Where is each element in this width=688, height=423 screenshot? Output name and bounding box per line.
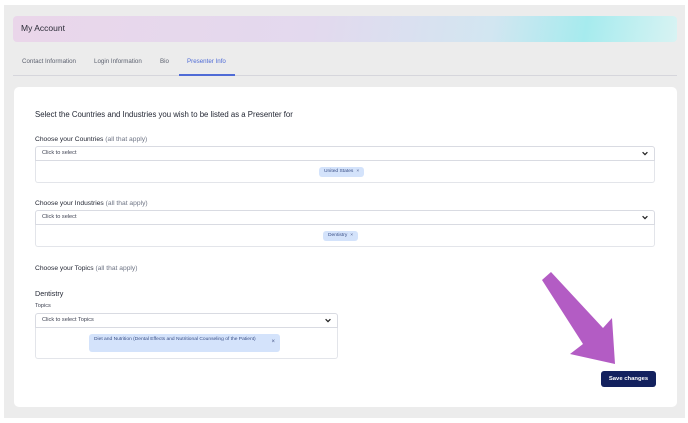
topic-group-label: Topics — [35, 303, 51, 309]
countries-label: Choose your Countries (all that apply) — [35, 136, 147, 143]
remove-chip-icon[interactable]: × — [350, 233, 353, 238]
topics-label: Choose your Topics (all that apply) — [35, 265, 137, 272]
section-title: Select the Countries and Industries you … — [35, 110, 293, 119]
remove-chip-icon[interactable]: × — [271, 339, 275, 345]
topics-placeholder: Click to select Topics — [42, 317, 94, 323]
save-changes-button[interactable]: Save changes — [601, 371, 656, 387]
industries-placeholder: Click to select — [42, 214, 77, 220]
countries-label-text: Choose your Countries — [35, 136, 104, 143]
chevron-down-icon — [642, 151, 648, 156]
country-chip-label: United States — [324, 169, 354, 174]
industries-hint: (all that apply) — [105, 200, 148, 207]
tab-presenter-info[interactable]: Presenter Info — [187, 58, 226, 65]
tab-bio[interactable]: Bio — [160, 58, 169, 65]
topics-label-text: Choose your Topics — [35, 265, 94, 272]
countries-select[interactable]: Click to select — [35, 146, 655, 161]
topic-chip: Diet and Nutrition (Dental Effects and N… — [89, 334, 280, 352]
active-tab-indicator — [179, 74, 235, 76]
industries-select[interactable]: Click to select — [35, 210, 655, 225]
page-title: My Account — [21, 23, 65, 33]
tab-bar: Contact Information Login Information Bi… — [13, 55, 677, 76]
topics-select[interactable]: Click to select Topics — [35, 313, 338, 328]
industries-selected-box: Dentistry × — [35, 225, 655, 247]
topic-chip-label: Diet and Nutrition (Dental Effects and N… — [94, 337, 256, 342]
topics-hint: (all that apply) — [95, 265, 138, 272]
countries-hint: (all that apply) — [105, 136, 148, 143]
tab-contact-information[interactable]: Contact Information — [22, 58, 76, 65]
countries-selected-box: United States × — [35, 161, 655, 183]
account-header: My Account — [13, 16, 677, 42]
tab-login-information[interactable]: Login Information — [94, 58, 142, 65]
industry-chip: Dentistry × — [323, 231, 359, 241]
industry-chip-label: Dentistry — [328, 233, 348, 238]
topics-selected-box: Diet and Nutrition (Dental Effects and N… — [35, 328, 338, 359]
chevron-down-icon — [325, 318, 331, 323]
pointer-arrow-icon — [542, 272, 615, 364]
countries-placeholder: Click to select — [42, 150, 77, 156]
industries-label: Choose your Industries (all that apply) — [35, 200, 148, 207]
remove-chip-icon[interactable]: × — [356, 169, 359, 174]
topic-group-heading: Dentistry — [35, 289, 64, 298]
industries-label-text: Choose your Industries — [35, 200, 104, 207]
country-chip: United States × — [319, 167, 365, 177]
chevron-down-icon — [642, 215, 648, 220]
